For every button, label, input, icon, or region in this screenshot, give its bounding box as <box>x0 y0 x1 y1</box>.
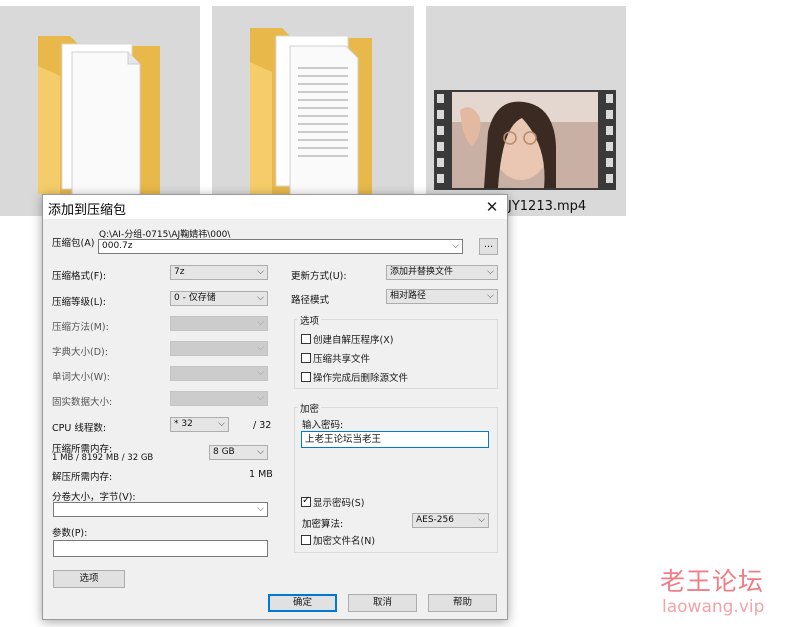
path-mode-label: 路径模式 <box>291 295 330 306</box>
solid-block-label: 固实数据大小: <box>52 397 113 408</box>
threads-label: CPU 线程数: <box>52 423 107 434</box>
sfx-checkbox-label: 创建自解压程序(X) <box>313 335 394 346</box>
memory-compress-value: 8 GB <box>213 447 235 457</box>
browse-button[interactable]: ... <box>479 238 498 255</box>
cancel-button[interactable]: 取消 <box>348 594 417 612</box>
method-select[interactable]: ⌵ <box>170 316 268 331</box>
memory-compress-detail: 1 MB / 8192 MB / 32 GB <box>52 453 154 463</box>
split-volume-combo[interactable]: ⌵ <box>53 502 268 517</box>
level-value: 0 - 仅存储 <box>174 293 216 303</box>
memory-decompress-value: 1 MB <box>249 469 273 480</box>
chevron-down-icon: ⌵ <box>257 293 264 303</box>
encrypt-names-checkbox[interactable]: 加密文件名(N) <box>301 533 375 547</box>
threads-select[interactable]: * 32 ⌵ <box>170 417 229 432</box>
update-mode-select[interactable]: 添加并替换文件 ⌵ <box>386 265 498 280</box>
memory-compress-select[interactable]: 8 GB ⌵ <box>209 445 268 460</box>
path-mode-select[interactable]: 相对路径 ⌵ <box>386 289 498 304</box>
folder-icon <box>250 28 372 199</box>
folder-icon <box>38 36 160 197</box>
dictionary-select[interactable]: ⌵ <box>170 341 268 356</box>
chevron-down-icon: ⌵ <box>257 343 264 353</box>
chevron-down-icon: ⌵ <box>257 504 264 514</box>
delete-after-checkbox-label: 操作完成后删除源文件 <box>313 373 409 384</box>
checkbox-box <box>301 334 311 344</box>
split-volume-label: 分卷大小，字节(V): <box>52 492 136 503</box>
close-icon[interactable]: ✕ <box>477 195 507 219</box>
chevron-down-icon: ⌵ <box>257 267 264 277</box>
ok-button[interactable]: 确定 <box>268 594 337 612</box>
check-icon: ✓ <box>302 495 311 506</box>
checkbox-box <box>301 353 311 363</box>
checkbox-box <box>301 535 311 545</box>
encryption-method-value: AES-256 <box>416 515 454 525</box>
video-tile[interactable]: JY1213.mp4 <box>426 6 626 216</box>
archive-name-combo[interactable]: 000.7z ⌵ <box>98 239 463 254</box>
archive-name-value: 000.7z <box>102 241 133 251</box>
video-thumbnail-icon <box>434 90 616 190</box>
chevron-down-icon: ⌵ <box>487 291 494 301</box>
folder-tile-2[interactable] <box>212 6 414 216</box>
show-password-label: 显示密码(S) <box>313 498 365 509</box>
archive-label: 压缩包(A) <box>52 238 95 249</box>
chevron-down-icon: ⌵ <box>452 241 459 251</box>
threads-max: / 32 <box>253 420 272 431</box>
show-password-checkbox[interactable]: ✓ 显示密码(S) <box>301 495 364 509</box>
watermark-url: laowang.vip <box>662 597 765 617</box>
word-size-select[interactable]: ⌵ <box>170 366 268 381</box>
format-select[interactable]: 7z ⌵ <box>170 265 268 280</box>
options-button[interactable]: 选项 <box>53 570 125 588</box>
method-label: 压缩方法(M): <box>52 322 109 333</box>
encryption-group-title: 加密 <box>298 401 322 415</box>
password-input[interactable]: 上老王论坛当老王 <box>301 431 489 448</box>
shared-files-checkbox[interactable]: 压缩共享文件 <box>301 351 370 365</box>
chevron-down-icon: ⌵ <box>487 267 494 277</box>
chevron-down-icon: ⌵ <box>257 368 264 378</box>
threads-value: * 32 <box>174 419 193 429</box>
chevron-down-icon: ⌵ <box>257 447 264 457</box>
dialog-titlebar[interactable]: 添加到压缩包 ✕ <box>43 195 507 219</box>
chevron-down-icon: ⌵ <box>218 419 225 429</box>
dictionary-label: 字典大小(D): <box>52 347 108 358</box>
format-label: 压缩格式(F): <box>52 271 107 282</box>
solid-block-select[interactable]: ⌵ <box>170 391 268 406</box>
word-size-label: 单词大小(W): <box>52 372 111 383</box>
level-select[interactable]: 0 - 仅存储 ⌵ <box>170 291 268 306</box>
update-mode-value: 添加并替换文件 <box>390 267 454 277</box>
encryption-method-label: 加密算法: <box>302 519 344 530</box>
watermark-logo: 老王论坛 <box>660 567 765 596</box>
password-label: 输入密码: <box>302 420 344 431</box>
add-to-archive-dialog: 添加到压缩包 ✕ 压缩包(A) Q:\AI-分组-0715\AJ鞠婧祎\000\… <box>42 194 508 620</box>
shared-files-checkbox-label: 压缩共享文件 <box>313 354 371 365</box>
encryption-method-select[interactable]: AES-256 ⌵ <box>412 513 489 528</box>
update-mode-label: 更新方式(U): <box>291 271 347 282</box>
path-mode-value: 相对路径 <box>390 291 427 301</box>
params-input[interactable] <box>53 540 268 557</box>
chevron-down-icon: ⌵ <box>257 393 264 403</box>
format-value: 7z <box>174 267 185 277</box>
video-filename[interactable]: JY1213.mp4 <box>508 199 586 214</box>
params-label: 参数(P): <box>52 528 88 539</box>
folder-tile-1[interactable] <box>0 6 200 216</box>
level-label: 压缩等级(L): <box>52 297 106 308</box>
chevron-down-icon: ⌵ <box>478 515 485 525</box>
checkbox-box: ✓ <box>301 495 311 507</box>
memory-decompress-label: 解压所需内存: <box>52 472 113 483</box>
sfx-checkbox[interactable]: 创建自解压程序(X) <box>301 332 393 346</box>
checkbox-box <box>301 372 311 382</box>
chevron-down-icon: ⌵ <box>257 318 264 328</box>
options-group-title: 选项 <box>298 313 322 327</box>
delete-after-checkbox[interactable]: 操作完成后删除源文件 <box>301 370 408 384</box>
encrypt-names-label: 加密文件名(N) <box>313 536 376 547</box>
help-button[interactable]: 帮助 <box>428 594 497 612</box>
dialog-title: 添加到压缩包 <box>48 203 127 218</box>
